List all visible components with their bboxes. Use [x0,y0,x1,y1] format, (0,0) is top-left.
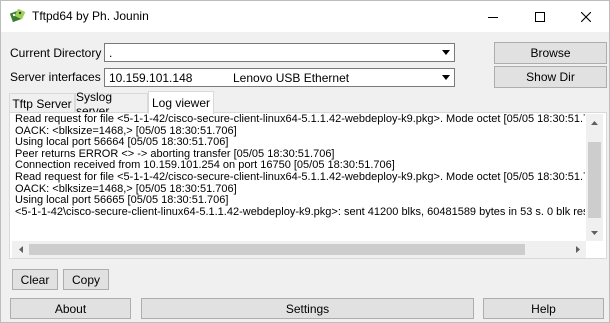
minimize-icon [488,16,498,18]
show-dir-button[interactable]: Show Dir [494,66,607,88]
log-line[interactable]: Read request for file <5-1-1-42/cisco-se… [12,171,585,184]
minimize-button[interactable] [470,1,516,32]
horizontal-scroll-thumb[interactable] [29,244,525,255]
window-title: Tftpd64 by Ph. Jounin [32,9,149,23]
clear-button[interactable]: Clear [12,269,58,290]
log-line[interactable]: <5-1-1-42\cisco-secure-client-linux64-5.… [12,206,585,219]
current-directory-value: . [109,46,113,60]
scroll-up-icon[interactable] [586,114,603,131]
server-interfaces-combo[interactable]: 10.159.101.148 Lenovo USB Ethernet [104,68,455,87]
server-ip-value: 10.159.101.148 [109,71,193,85]
log-line[interactable]: Using local port 56665 [05/05 18:30:51.7… [12,195,585,207]
horizontal-scrollbar[interactable] [12,241,586,258]
log-list[interactable]: Read request for file <5-1-1-42/cisco-se… [12,114,585,241]
tftpd-app-icon [9,8,26,23]
close-icon [581,11,591,22]
close-button[interactable] [563,1,609,32]
maximize-button[interactable] [517,1,563,32]
tab-log-viewer[interactable]: Log viewer [148,91,214,114]
scroll-left-icon[interactable] [12,241,29,258]
about-button[interactable]: About [10,298,131,319]
chevron-down-icon[interactable] [437,44,454,61]
server-interfaces-label: Server interfaces [10,70,101,84]
vertical-scrollbar[interactable] [586,114,603,241]
copy-button[interactable]: Copy [63,269,109,290]
server-adapter-value: Lenovo USB Ethernet [233,71,350,85]
log-line[interactable]: Read request for file <5-1-1-42/cisco-se… [12,114,585,126]
vertical-scroll-thumb[interactable] [588,142,601,218]
title-bar[interactable]: Tftpd64 by Ph. Jounin [1,1,609,32]
tab-tftp-server[interactable]: Tftp Server [9,93,75,113]
settings-button[interactable]: Settings [141,298,474,319]
current-directory-combo[interactable]: . [104,43,455,62]
app-window: Tftpd64 by Ph. Jounin Current Directory … [0,0,610,323]
browse-button[interactable]: Browse [494,42,607,64]
chevron-down-icon[interactable] [437,69,454,86]
scroll-right-icon[interactable] [569,241,586,258]
scroll-down-icon[interactable] [586,224,603,241]
current-directory-label: Current Directory [10,46,102,60]
maximize-icon [535,11,545,22]
help-button[interactable]: Help [483,298,604,319]
tab-syslog-server[interactable]: Syslog server [75,90,148,118]
